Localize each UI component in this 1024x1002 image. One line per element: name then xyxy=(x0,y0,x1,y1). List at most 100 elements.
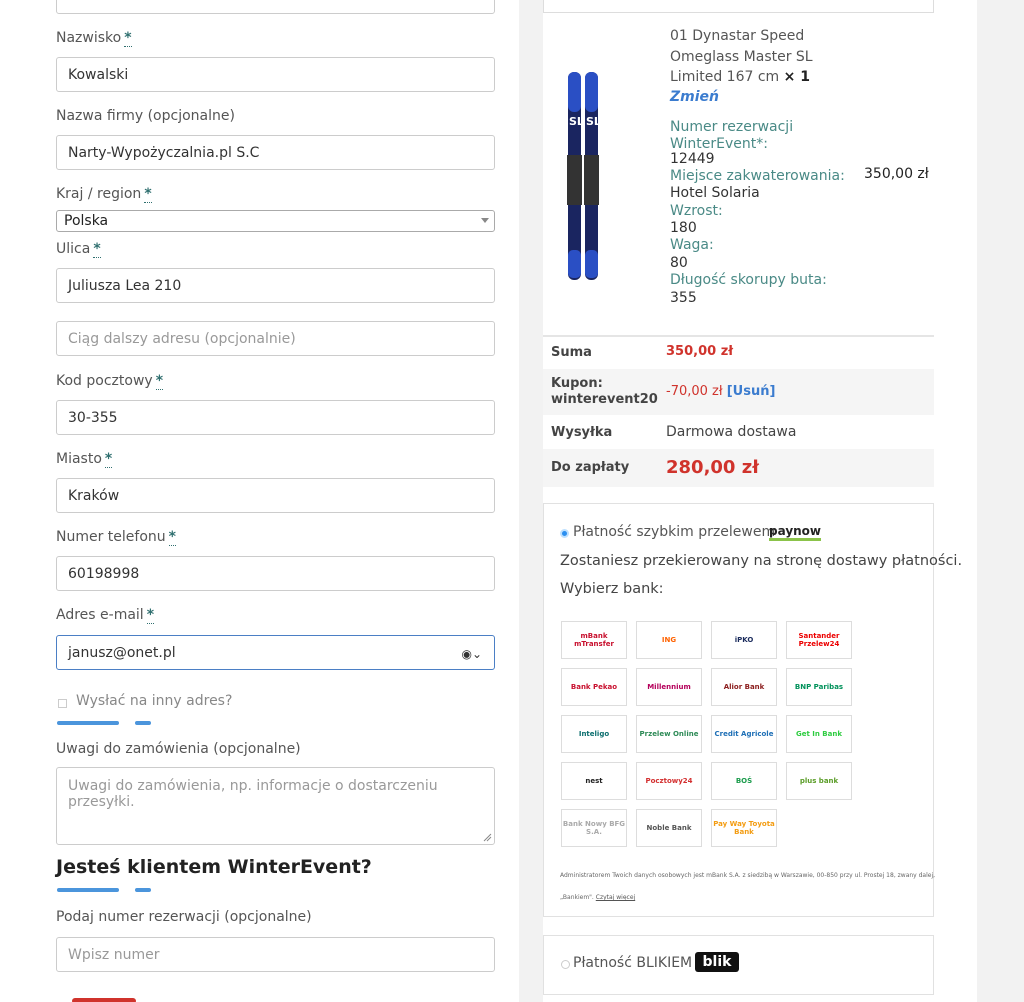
choose-bank-label: Wybierz bank: xyxy=(560,581,664,597)
divider-bar xyxy=(57,721,119,725)
meta-value: 180 xyxy=(670,220,697,236)
bank-option[interactable]: ING xyxy=(636,621,702,659)
bank-option[interactable]: Millennium xyxy=(636,668,702,706)
payment-radio-transfer[interactable] xyxy=(560,529,569,538)
bank-option[interactable]: Przelew Online xyxy=(636,715,702,753)
chevron-down-icon xyxy=(481,218,489,223)
bank-option[interactable]: mBank mTransfer xyxy=(561,621,627,659)
email-input[interactable]: janusz@onet.pl ◉⌄ xyxy=(56,635,495,670)
city-label: Miasto * xyxy=(56,451,113,468)
meta-value: 355 xyxy=(670,290,697,306)
subtotal-label: Suma xyxy=(551,345,592,360)
address2-input[interactable]: Ciąg dalszy adresu (opcjonalnie) xyxy=(56,321,495,356)
bank-option[interactable]: iPKO xyxy=(711,621,777,659)
bank-logo: Bank Pekao xyxy=(570,683,618,691)
shipping-value: Darmowa dostawa xyxy=(666,424,797,440)
street-input[interactable]: Juliusza Lea 210 xyxy=(56,268,495,303)
fine-print-2: „Bankiem". Czytaj więcej xyxy=(560,894,636,901)
ship-other-label: Wysłać na inny adres? xyxy=(76,693,233,709)
total-value: 280,00 zł xyxy=(666,457,759,478)
email-label: Adres e-mail * xyxy=(56,607,155,624)
notes-textarea[interactable]: Uwagi do zamówienia, np. informacje o do… xyxy=(56,767,495,845)
bank-logo: Noble Bank xyxy=(646,824,692,832)
bank-option[interactable]: BNP Paribas xyxy=(786,668,852,706)
bank-logo: Inteligo xyxy=(578,730,610,738)
svg-text:SL: SL xyxy=(569,115,584,128)
bank-logo: iPKO xyxy=(734,636,754,644)
submit-button[interactable] xyxy=(72,998,136,1002)
bank-option[interactable]: Bank Pekao xyxy=(561,668,627,706)
bank-logo: plus bank xyxy=(799,777,839,785)
client-heading: Jesteś klientem WinterEvent? xyxy=(56,856,372,878)
bank-logo: BOŚ xyxy=(735,777,753,785)
bank-option[interactable]: Alior Bank xyxy=(711,668,777,706)
last-name-input[interactable]: Kowalski xyxy=(56,57,495,92)
ship-other-checkbox[interactable] xyxy=(58,699,67,708)
bank-logo: Pocztowy24 xyxy=(645,777,693,785)
postcode-input[interactable]: 30-355 xyxy=(56,400,495,435)
bank-option[interactable]: Credit Agricole xyxy=(711,715,777,753)
meta-key: Długość skorupy buta: xyxy=(670,272,827,288)
autofill-icon[interactable]: ◉⌄ xyxy=(461,647,482,661)
fine-print: Administratorem Twoich danych osobowych … xyxy=(560,872,936,879)
postcode-label: Kod pocztowy * xyxy=(56,373,164,390)
bank-option[interactable]: Inteligo xyxy=(561,715,627,753)
company-label: Nazwa firmy (opcjonalne) xyxy=(56,108,235,124)
divider-bar xyxy=(135,888,151,892)
bank-logo: Pay Way Toyota Bank xyxy=(713,820,775,836)
paynow-logo: paynow xyxy=(769,525,822,541)
resize-handle-icon[interactable] xyxy=(482,832,492,842)
payment-radio-blik[interactable] xyxy=(561,960,570,969)
change-link[interactable]: Zmień xyxy=(670,89,719,105)
order-table-header xyxy=(543,0,934,13)
phone-label: Numer telefonu * xyxy=(56,529,176,546)
bank-option[interactable]: Get In Bank xyxy=(786,715,852,753)
bank-option[interactable]: Pay Way Toyota Bank xyxy=(711,809,777,847)
payment-method-blik-label[interactable]: Płatność BLIKIEM xyxy=(573,955,692,971)
divider-bar xyxy=(57,888,119,892)
bank-option[interactable]: Santander Przelew24 xyxy=(786,621,852,659)
bank-option[interactable]: BOŚ xyxy=(711,762,777,800)
bank-logo: nest xyxy=(585,777,603,785)
coupon-remove-link[interactable]: [Usuń] xyxy=(727,384,776,399)
notes-label: Uwagi do zamówienia (opcjonalne) xyxy=(56,741,301,757)
meta-value: 80 xyxy=(670,255,688,271)
shipping-row: Wysyłka Darmowa dostawa xyxy=(543,415,934,449)
company-input[interactable]: Narty-Wypożyczalnia.pl S.C xyxy=(56,135,495,170)
bank-option[interactable]: nest xyxy=(561,762,627,800)
meta-key: Miejsce zakwaterowania: xyxy=(670,168,845,184)
country-select[interactable]: Polska xyxy=(56,210,495,232)
shipping-label: Wysyłka xyxy=(551,425,613,440)
coupon-value: -70,00 zł [Usuń] xyxy=(666,384,776,399)
svg-text:SL: SL xyxy=(586,115,601,128)
bank-option[interactable]: Noble Bank xyxy=(636,809,702,847)
line-price: 350,00 zł xyxy=(864,166,929,182)
street-label: Ulica * xyxy=(56,241,101,258)
phone-input[interactable]: 60198998 xyxy=(56,556,495,591)
city-input[interactable]: Kraków xyxy=(56,478,495,513)
coupon-row: Kupon: winterevent20 -70,00 zł [Usuń] xyxy=(543,369,934,415)
bank-logo: Get In Bank xyxy=(796,730,842,738)
bank-logo: Millennium xyxy=(647,683,691,691)
reservation-input[interactable]: Wpisz numer xyxy=(56,937,495,972)
bank-option[interactable]: Pocztowy24 xyxy=(636,762,702,800)
bank-logo: Alior Bank xyxy=(723,683,765,691)
first-name-input[interactable] xyxy=(56,0,495,14)
read-more-link[interactable]: Czytaj więcej xyxy=(596,894,635,901)
bank-logo: Credit Agricole xyxy=(714,730,774,738)
last-name-label: Nazwisko * xyxy=(56,30,132,47)
payment-method-transfer-label[interactable]: Płatność szybkim przelewem xyxy=(573,524,775,540)
billing-form: Nazwisko * Kowalski Nazwa firmy (opcjonal… xyxy=(0,0,519,1002)
meta-key: Numer rezerwacji WinterEvent*: xyxy=(670,119,794,152)
meta-value: Hotel Solaria xyxy=(670,185,760,201)
meta-key: Wzrost: xyxy=(670,203,723,219)
bank-logo: Bank Nowy BFG S.A. xyxy=(562,820,626,836)
bank-logo: BNP Paribas xyxy=(794,683,844,691)
meta-value: 12449 xyxy=(670,151,715,167)
product-name: 01 Dynastar Speed Omeglass Master SL Lim… xyxy=(670,28,813,85)
bank-option[interactable]: Bank Nowy BFG S.A. xyxy=(561,809,627,847)
bank-option[interactable]: plus bank xyxy=(786,762,852,800)
subtotal-row: Suma 350,00 zł xyxy=(543,337,934,369)
total-row: Do zapłaty 280,00 zł xyxy=(543,449,934,487)
reservation-label: Podaj numer rezerwacji (opcjonalne) xyxy=(56,909,312,925)
